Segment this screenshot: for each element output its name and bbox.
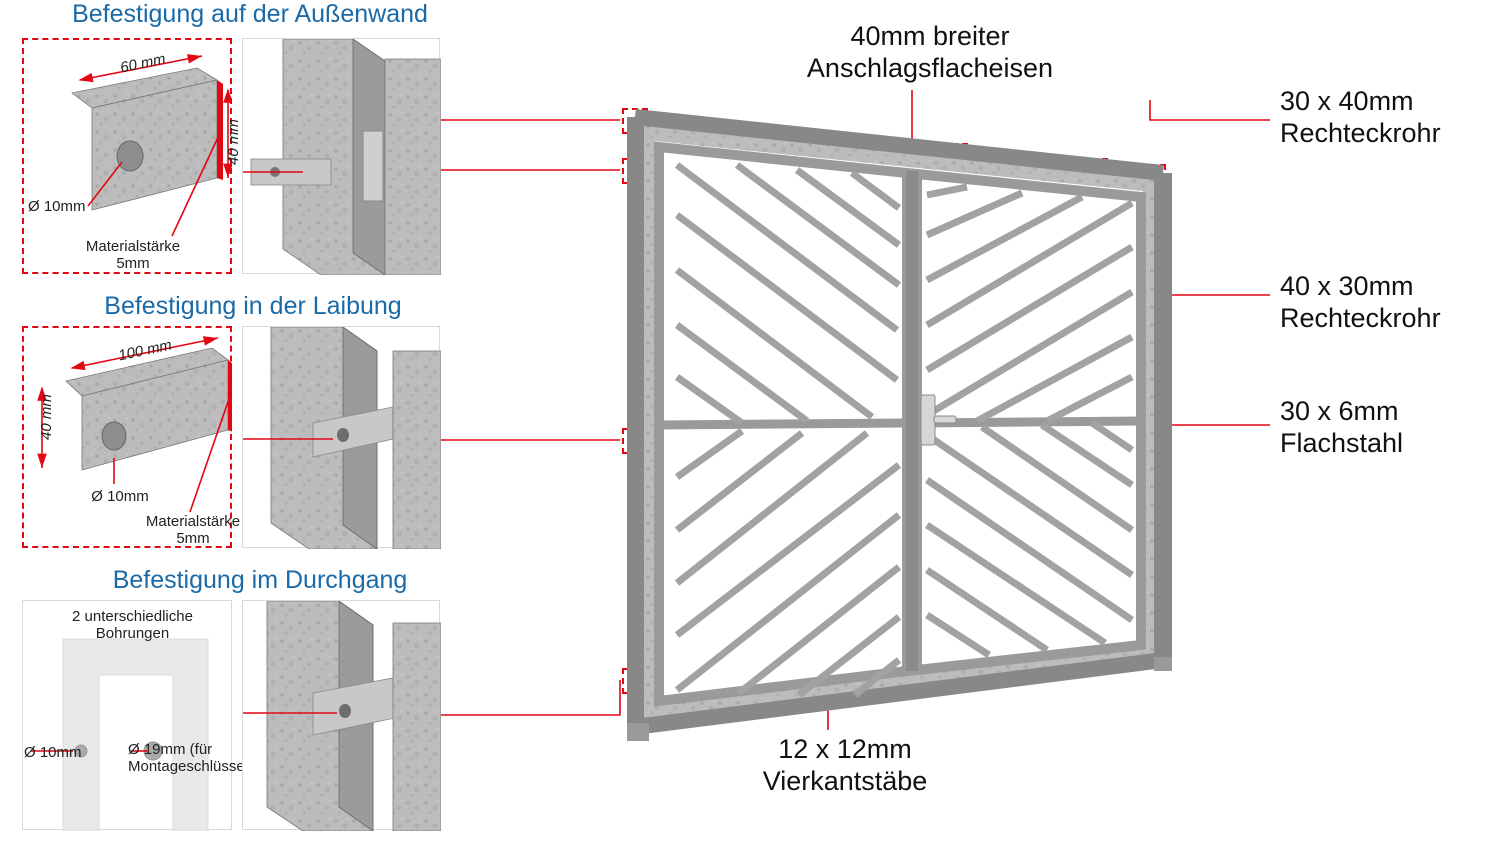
section2-hole: Ø 10mm: [85, 488, 155, 505]
callout-bottom: 12 x 12mm Vierkantstäbe: [735, 733, 955, 798]
section1-dim40: 40 mm: [225, 119, 242, 165]
section1-thickness: Materialstärke5mm: [78, 238, 188, 273]
callout-right-1: 30 x 40mm Rechteckrohr: [1280, 85, 1441, 150]
gate-illustration: [627, 105, 1187, 745]
section1-hole: Ø 10mm: [28, 198, 88, 215]
callout-right-2: 40 x 30mm Rechteckrohr: [1280, 270, 1441, 335]
callout-top-center: 40mm breiter Anschlagsflacheisen: [780, 20, 1080, 85]
section2-title: Befestigung in der Laibung: [88, 292, 418, 321]
section3-note: 2 unterschiedliche Bohrungen: [45, 608, 220, 643]
section3-hole1: Ø 10mm: [24, 744, 84, 761]
section3-detail: [242, 600, 440, 830]
section2-thickness: Materialstärke5mm: [138, 513, 248, 548]
section2-detail: [242, 326, 440, 548]
callout-right-3: 30 x 6mm Flachstahl: [1280, 395, 1403, 460]
section1-title: Befestigung auf der Außenwand: [60, 0, 440, 29]
section3-hole2: Ø 19mm (fürMontageschlüssel): [128, 742, 248, 775]
section3-title: Befestigung im Durchgang: [100, 566, 420, 595]
section1-detail: [242, 38, 440, 274]
section2-dim40: 40 mm: [38, 394, 55, 440]
